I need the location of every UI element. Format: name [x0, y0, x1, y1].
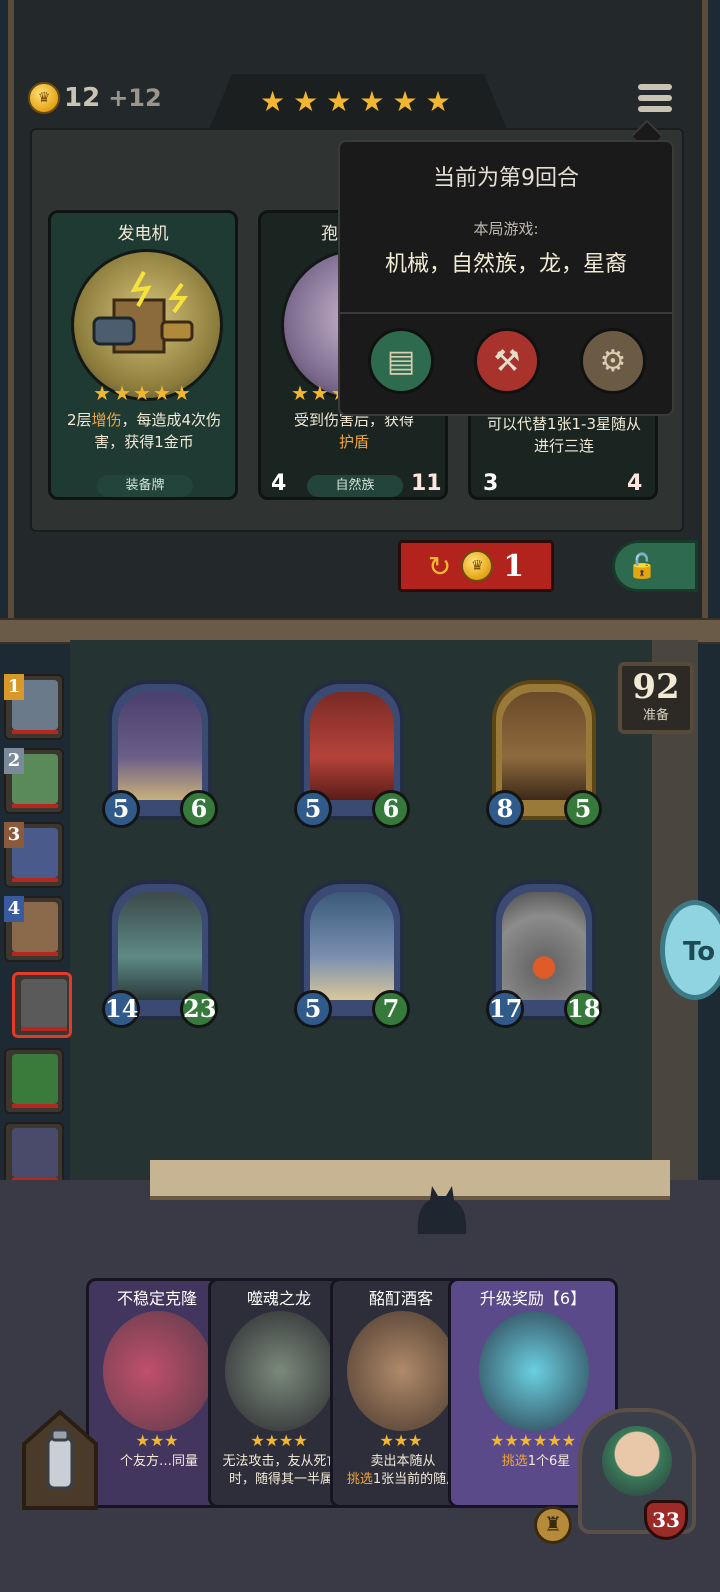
- player-avatar: [21, 979, 67, 1029]
- tavern-tier-stars: ★ ★ ★ ★ ★ ★: [260, 88, 451, 116]
- card-attack: 3: [483, 471, 499, 496]
- star-icon: ★: [425, 85, 451, 118]
- leaderboard-player-self[interactable]: [12, 972, 72, 1038]
- player-avatar: [12, 1128, 58, 1178]
- shop-card-generator[interactable]: 发电机 ★★★★★ 2层增伤，每造成4次伤害，获得1金币 装备牌: [48, 210, 238, 500]
- card-tribe-tag: 自然族: [307, 475, 403, 497]
- card-art: [347, 1311, 457, 1431]
- card-health: 11: [411, 471, 442, 496]
- gear-icon[interactable]: ⚙: [580, 328, 646, 394]
- gold-coin-icon: ♛: [461, 550, 494, 582]
- round-text: 当前为第9回合: [433, 166, 579, 191]
- card-description: 卖出本随从 挑选1张当前的随从: [346, 1454, 460, 1487]
- card-description: 无法攻击，友从死亡时，随得其一半属: [222, 1454, 340, 1487]
- card-description: 可以代替1张1-3星随从进行三连: [486, 415, 642, 455]
- leaderboard-player[interactable]: 1: [4, 674, 64, 740]
- leaderboard-player[interactable]: 3: [4, 822, 64, 888]
- board-minion-valkyrie[interactable]: 5 7: [294, 880, 410, 1034]
- game-info-popup: 当前为第9回合 本局游戏: 机械，自然族，龙，星裔 ▤ ⚒ ⚙: [338, 140, 674, 416]
- card-health: 4: [627, 471, 643, 496]
- card-stars: ★★★★★: [93, 381, 193, 405]
- player-rank: 4: [4, 896, 24, 922]
- ready-count: 92: [632, 667, 680, 707]
- minion-health: 7: [372, 990, 410, 1028]
- card-art: [479, 1311, 589, 1431]
- player-rank: 3: [4, 822, 24, 848]
- star-icon: ★: [260, 85, 286, 118]
- star-icon: ★: [392, 85, 418, 118]
- minion-attack: 5: [102, 790, 140, 828]
- lock-icon: 🔓: [627, 552, 657, 580]
- minion-health: 5: [564, 790, 602, 828]
- minion-attack: 17: [486, 990, 524, 1028]
- card-title: 噬魂之龙: [246, 1289, 311, 1308]
- cocktail-shaker-button[interactable]: [10, 1404, 110, 1514]
- card-art: [103, 1311, 213, 1431]
- player-avatar: [12, 1054, 58, 1104]
- card-title: 不稳定克隆: [116, 1289, 197, 1308]
- tribes-label: 本局游戏:: [473, 220, 539, 238]
- minion-attack: 5: [294, 790, 332, 828]
- lock-shop-button[interactable]: 🔓: [612, 540, 698, 592]
- star-icon: ★: [359, 85, 385, 118]
- refresh-shop-button[interactable]: ↻ ♛ 1: [398, 540, 554, 592]
- gold-display: ♛ 12 +12: [28, 80, 162, 116]
- minion-portrait: [310, 892, 394, 1000]
- minion-health: 6: [180, 790, 218, 828]
- minion-attack: 5: [294, 990, 332, 1028]
- ready-timer: 92 准备: [618, 662, 694, 734]
- refresh-icon: ↻: [427, 549, 452, 583]
- minion-health: 18: [564, 990, 602, 1028]
- minion-health: 6: [372, 790, 410, 828]
- axe-icon[interactable]: ⚒: [474, 328, 540, 394]
- card-type-tag: 装备牌: [97, 475, 193, 497]
- gold-income: +12: [108, 84, 162, 112]
- minion-portrait: [502, 692, 586, 800]
- minion-health: 23: [180, 990, 218, 1028]
- refresh-cost: 1: [503, 548, 525, 584]
- card-description: 个友方…同量: [119, 1454, 198, 1469]
- card-title: 发电机: [117, 224, 169, 244]
- minion-portrait: [502, 892, 586, 1000]
- ready-label: 准备: [642, 708, 669, 723]
- board-minion-goblin[interactable]: 14 23: [102, 880, 218, 1034]
- board-minion-drill-robot[interactable]: 8 5: [486, 680, 602, 834]
- gold-coin-icon: ♛: [28, 82, 60, 114]
- star-icon: ★: [293, 85, 319, 118]
- card-art: [225, 1311, 335, 1431]
- board-minion-wizard[interactable]: 5 6: [102, 680, 218, 834]
- leaderboard-player[interactable]: 2: [4, 748, 64, 814]
- card-attack: 4: [271, 471, 287, 496]
- player-rank: 1: [4, 674, 24, 700]
- hero-face: [602, 1426, 672, 1496]
- tribes-list: 机械，自然族，龙，星裔: [384, 252, 627, 277]
- cat-figure: [410, 1176, 474, 1236]
- leaderboard-player[interactable]: [4, 1122, 64, 1188]
- card-stars: ★★★★: [250, 1431, 308, 1450]
- popup-divider: [340, 312, 672, 314]
- tavern-tier-tab: ★ ★ ★ ★ ★ ★: [208, 74, 508, 132]
- minion-attack: 8: [486, 790, 524, 828]
- leaderboard-player[interactable]: 4: [4, 896, 64, 962]
- gold-current: 12: [64, 83, 101, 113]
- generator-art: [71, 249, 223, 401]
- book-icon[interactable]: ▤: [368, 328, 434, 394]
- leaderboard-player[interactable]: [4, 1048, 64, 1114]
- board-minion-red-dragon[interactable]: 5 6: [294, 680, 410, 834]
- menu-icon[interactable]: [638, 84, 674, 116]
- player-rank: 2: [4, 748, 24, 774]
- side-button-text: To: [683, 937, 716, 967]
- star-icon: ★: [326, 85, 352, 118]
- card-title: 升级奖励【6】: [479, 1289, 587, 1308]
- card-description: 2层增伤，每造成4次伤害，获得1金币: [66, 411, 222, 451]
- hero-power-icon[interactable]: ♜: [534, 1506, 572, 1544]
- minion-attack: 14: [102, 990, 140, 1028]
- minion-portrait: [118, 692, 202, 800]
- hand-card-soul-devouring-dragon[interactable]: 噬魂之龙 ★★★★ 无法攻击，友从死亡时，随得其一半属: [208, 1278, 350, 1508]
- minion-portrait: [310, 692, 394, 800]
- board-minion-clockwork-robot[interactable]: 17 18: [486, 880, 602, 1034]
- minion-portrait: [118, 892, 202, 1000]
